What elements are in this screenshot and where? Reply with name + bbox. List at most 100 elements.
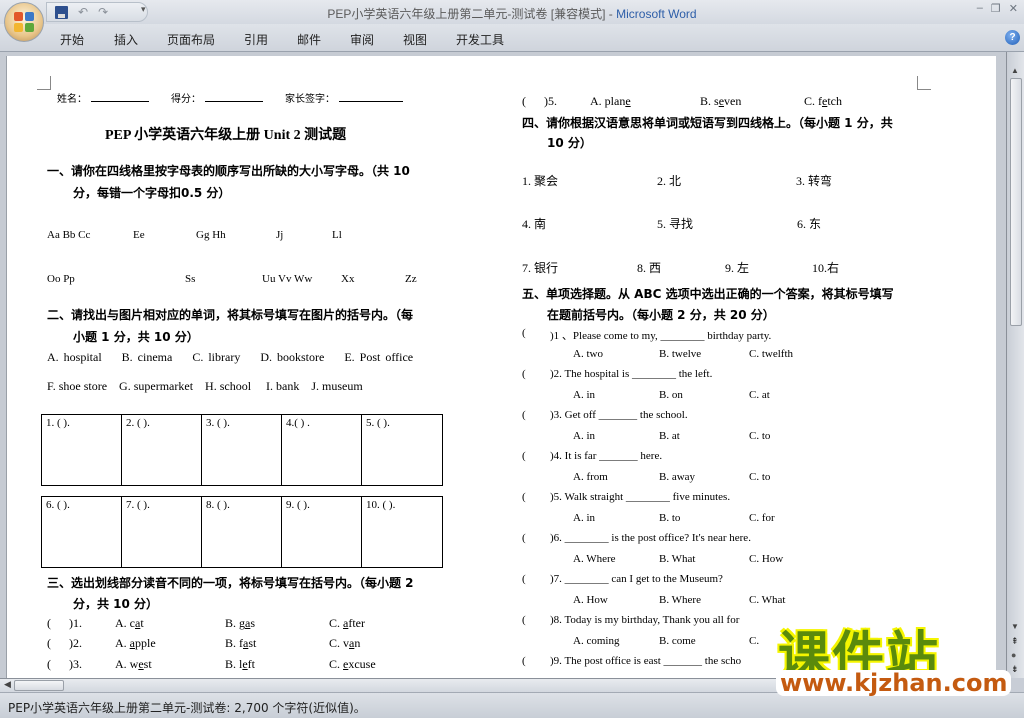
help-icon[interactable]: ?: [1005, 30, 1020, 45]
undo-icon[interactable]: ↶: [78, 5, 88, 19]
customize-qat-button[interactable]: ▾: [141, 4, 146, 15]
answer-bracket: (: [522, 368, 526, 380]
horizontal-scroll-thumb[interactable]: [14, 680, 64, 691]
answer-bracket: (: [522, 409, 526, 421]
tab-developer[interactable]: 开发工具: [456, 31, 504, 48]
section2-heading: 二、请找出与图片相对应的单词，将其标号填写在图片的括号内。（每: [47, 308, 414, 322]
minimize-button[interactable]: –: [977, 2, 983, 15]
underlined-letter: a: [343, 616, 349, 630]
section3-heading: 三、选出划线部分读音不同的一项，将标号填写在括号内。（每小题 2: [47, 576, 414, 590]
document-title: PEP 小学英语六年级上册 Unit 2 测试题: [105, 128, 347, 143]
mc-option: B. at: [659, 429, 680, 442]
tab-view[interactable]: 视图: [403, 31, 427, 48]
option-b: B. fast: [225, 636, 257, 650]
picture-box: 5. ( ).: [366, 417, 390, 429]
question-number: )2.: [69, 636, 82, 650]
option-a: A. cat: [115, 616, 144, 630]
mc-option: B. on: [659, 388, 683, 401]
scroll-up-icon[interactable]: ▲: [1011, 66, 1019, 75]
option-c: C. excuse: [329, 657, 376, 671]
vocab-item: 5. 寻找: [657, 217, 694, 231]
answer-bracket: (: [522, 327, 526, 339]
vocab-item: 7. 银行: [522, 261, 559, 275]
close-button[interactable]: ✕: [1009, 2, 1018, 15]
underlined-letter: e: [822, 94, 828, 108]
answer-bracket: (: [522, 655, 526, 667]
answer-bracket: (: [522, 94, 526, 108]
underlined-letter: e: [343, 657, 349, 671]
section4-heading: 四、请你根据汉语意思将单词或短语写到四线格上。（每小题 1 分，共: [522, 116, 893, 130]
underlined-letter: e: [625, 94, 631, 108]
picture-boxes-row1: 1. ( ). 2. ( ). 3. ( ). 4.( ) . 5. ( ).: [41, 414, 443, 486]
vocab-item: 1. 聚会: [522, 174, 559, 188]
answer-bracket: (: [47, 636, 51, 650]
option-c: C. van: [329, 636, 361, 650]
picture-box: 6. ( ).: [42, 497, 122, 567]
crop-mark: [917, 76, 931, 90]
question-number: )5.: [544, 94, 557, 108]
answer-bracket: (: [522, 614, 526, 626]
question-text: )9. The post office is east _______ the …: [550, 655, 742, 667]
vocab-item: 4. 南: [522, 217, 547, 231]
previous-page-icon[interactable]: ⇞: [1011, 636, 1019, 647]
option-b: B. left: [225, 657, 256, 671]
option-b: B. seven: [700, 94, 742, 108]
redo-icon[interactable]: ↷: [98, 5, 108, 19]
option-a: A. plane: [590, 94, 631, 108]
mc-option: A. Where: [573, 552, 616, 565]
mc-option: B. What: [659, 552, 696, 565]
office-logo-icon: [14, 12, 34, 32]
mc-option: A. coming: [573, 634, 620, 647]
alphabet-item: Ee: [133, 229, 145, 241]
mc-option: A. in: [573, 511, 595, 524]
section1-heading-cont: 分，每错一个字母扣0.5 分）: [73, 186, 231, 200]
office-button[interactable]: [4, 2, 44, 42]
underlined-letter: a: [243, 636, 249, 650]
mc-option: C. What: [749, 593, 786, 606]
picture-box: 4.( ) .: [282, 415, 362, 485]
word-count-status: PEP小学英语六年级上册第二单元-测试卷: 2,700 个字符(近似值)。: [8, 701, 366, 715]
vocab-item: 6. 东: [797, 217, 822, 231]
tab-page-layout[interactable]: 页面布局: [167, 31, 215, 48]
scroll-thumb[interactable]: [1010, 78, 1022, 326]
window-title: PEP小学英语六年级上册第二单元-测试卷 [兼容模式] - Microsoft …: [327, 7, 697, 21]
alphabet-item: Ss: [185, 273, 196, 285]
picture-box: 9. ( ).: [282, 497, 362, 567]
question-text: )5. Walk straight ________ five minutes.: [550, 491, 731, 503]
underlined-letter: a: [349, 636, 355, 650]
picture-boxes-row2: 6. ( ). 7. ( ). 8. ( ). 9. ( ). 10. ( ).: [41, 496, 443, 568]
underlined-letter: a: [135, 616, 141, 630]
mc-option: C. for: [749, 511, 775, 524]
question-text: )4. It is far _______ here.: [550, 450, 663, 462]
mc-option: B. away: [659, 470, 696, 483]
mc-option: A. from: [573, 470, 608, 483]
alphabet-item: Gg Hh: [196, 229, 226, 241]
option-c: C. after: [329, 616, 365, 630]
picture-box: 3. ( ).: [202, 415, 282, 485]
signature-line: 姓名： 得分： 家长签字：: [57, 90, 407, 105]
question-text: )2. The hospital is ________ the left.: [550, 368, 713, 380]
save-icon[interactable]: [55, 5, 68, 19]
question-text: )8. Today is my birthday, Thank you all …: [550, 614, 740, 626]
answer-bracket: (: [522, 491, 526, 503]
next-page-icon[interactable]: ⇟: [1011, 664, 1019, 675]
vertical-scrollbar[interactable]: ▲ ▼ ⇞ ● ⇟: [1006, 52, 1024, 678]
tab-review[interactable]: 审阅: [350, 31, 374, 48]
document-page[interactable]: 姓名： 得分： 家长签字： PEP 小学英语六年级上册 Unit 2 测试题 一、请…: [6, 56, 996, 678]
vocab-item: 3. 转弯: [796, 174, 833, 188]
answer-bracket: (: [522, 573, 526, 585]
section4-heading-cont: 10 分）: [547, 136, 592, 150]
option-a: A. apple: [115, 636, 156, 650]
section2-heading-cont: 小题 1 分，共 10 分）: [73, 330, 199, 344]
browse-object-icon[interactable]: ●: [1011, 650, 1016, 660]
restore-button[interactable]: ❐: [991, 2, 1001, 15]
section1-heading: 一、请你在四线格里按字母表的顺序写出所缺的大小写字母。（共 10: [47, 164, 410, 178]
tab-mailings[interactable]: 邮件: [297, 31, 321, 48]
tab-home[interactable]: 开始: [60, 31, 84, 48]
tab-references[interactable]: 引用: [244, 31, 268, 48]
scroll-down-icon[interactable]: ▼: [1011, 622, 1019, 631]
document-area: 姓名： 得分： 家长签字： PEP 小学英语六年级上册 Unit 2 测试题 一、请…: [0, 52, 1006, 678]
answer-bracket: (: [47, 657, 51, 671]
tab-insert[interactable]: 插入: [114, 31, 138, 48]
scroll-left-icon[interactable]: ◀: [4, 679, 11, 690]
